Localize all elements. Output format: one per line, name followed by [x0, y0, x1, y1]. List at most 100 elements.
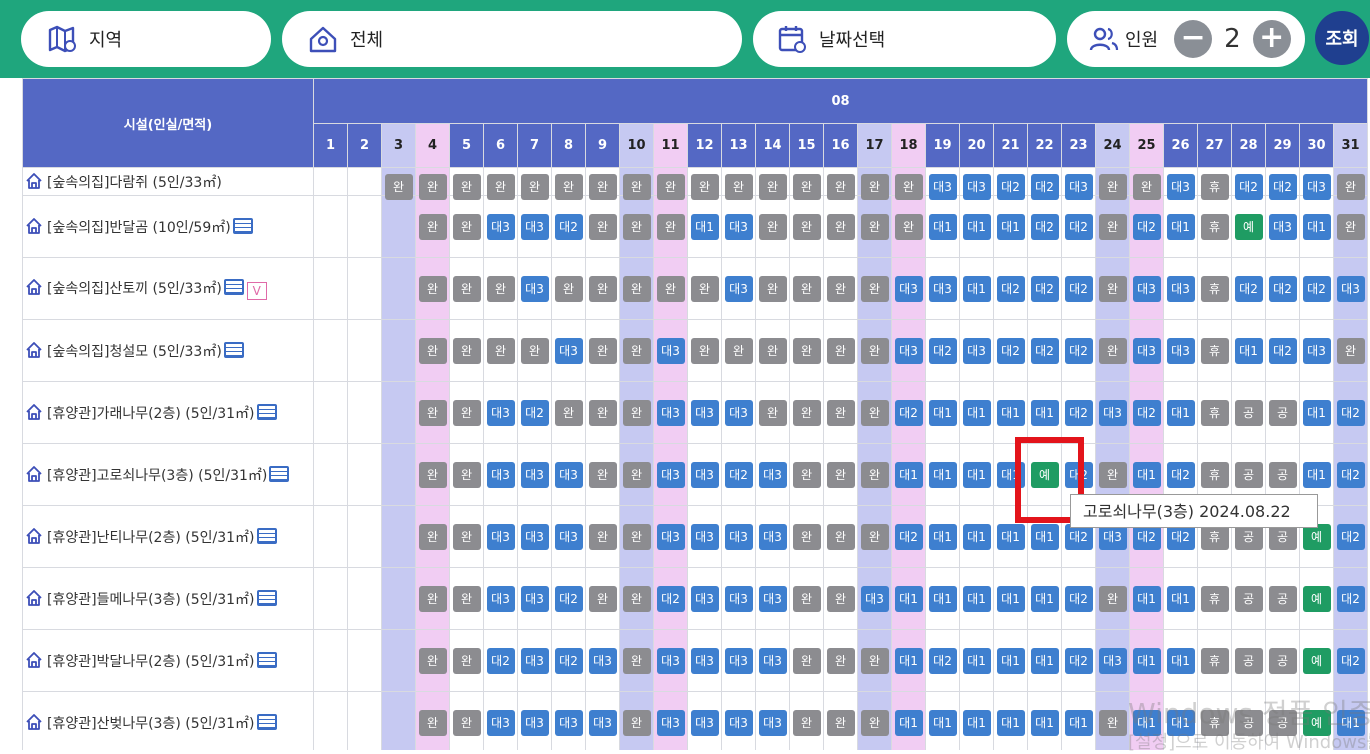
status-badge[interactable]: 완 [792, 213, 821, 240]
status-badge[interactable]: 완 [724, 337, 753, 364]
status-badge[interactable]: 대3 [724, 709, 753, 736]
status-badge[interactable]: 대3 [554, 337, 583, 364]
status-badge[interactable]: 대3 [1132, 337, 1161, 364]
status-badge[interactable]: 대2 [554, 647, 583, 674]
status-badge[interactable]: 대1 [996, 399, 1025, 426]
status-badge[interactable]: 대3 [554, 461, 583, 488]
status-badge[interactable]: 대3 [758, 647, 787, 674]
status-badge[interactable]: 완 [1336, 174, 1365, 200]
status-badge[interactable]: 대1 [1166, 647, 1195, 674]
status-badge[interactable]: 대2 [520, 399, 549, 426]
status-badge[interactable]: 완 [452, 585, 481, 612]
status-badge[interactable]: 공 [1234, 461, 1263, 488]
status-badge[interactable]: 완 [792, 337, 821, 364]
status-badge[interactable]: 완 [758, 174, 787, 200]
status-badge[interactable]: 대2 [1064, 585, 1093, 612]
status-badge[interactable]: 완 [520, 337, 549, 364]
status-badge[interactable]: 완 [1336, 213, 1365, 240]
status-badge[interactable]: 완 [622, 461, 651, 488]
status-badge[interactable]: 휴 [1200, 399, 1229, 426]
plus-button[interactable]: + [1252, 20, 1291, 58]
status-badge[interactable]: 대2 [1030, 275, 1059, 302]
status-badge[interactable]: 대1 [928, 399, 957, 426]
status-badge[interactable]: 대3 [724, 647, 753, 674]
status-badge[interactable]: 완 [452, 461, 481, 488]
status-badge[interactable]: 대3 [656, 647, 685, 674]
status-badge[interactable]: 완 [826, 213, 855, 240]
status-badge[interactable]: 대1 [894, 709, 923, 736]
status-badge[interactable]: 완 [588, 337, 617, 364]
status-badge[interactable]: 대2 [1064, 275, 1093, 302]
status-badge[interactable]: 대3 [690, 461, 719, 488]
status-badge[interactable]: 대3 [1064, 174, 1093, 200]
status-badge[interactable]: 대1 [962, 461, 991, 488]
search-button[interactable]: 조회 [1315, 11, 1369, 65]
status-badge[interactable]: 완 [860, 399, 889, 426]
status-badge[interactable]: 대1 [894, 585, 923, 612]
status-badge[interactable]: 완 [758, 337, 787, 364]
status-badge[interactable]: 완 [588, 174, 617, 200]
status-badge[interactable]: 완 [452, 337, 481, 364]
status-badge[interactable]: 대1 [962, 399, 991, 426]
status-badge[interactable]: 대1 [1132, 585, 1161, 612]
status-badge[interactable]: 완 [418, 523, 447, 550]
status-badge[interactable]: 완 [1098, 213, 1127, 240]
status-badge[interactable]: 공 [1234, 399, 1263, 426]
status-badge[interactable]: 완 [656, 174, 685, 200]
status-badge[interactable]: 완 [418, 647, 447, 674]
status-badge[interactable]: 대3 [962, 337, 991, 364]
status-badge[interactable]: 완 [690, 174, 719, 200]
status-badge[interactable]: 완 [1098, 461, 1127, 488]
status-badge[interactable]: 휴 [1200, 461, 1229, 488]
status-badge[interactable]: 대3 [928, 174, 957, 200]
status-badge[interactable]: 대2 [1132, 213, 1161, 240]
area-select[interactable]: 전체 [282, 11, 742, 67]
status-badge[interactable]: 완 [656, 213, 685, 240]
status-badge[interactable]: 완 [452, 647, 481, 674]
status-badge[interactable]: 대1 [1234, 337, 1263, 364]
status-badge[interactable]: 예 [1302, 585, 1331, 612]
status-badge[interactable]: 완 [758, 213, 787, 240]
status-badge[interactable]: 완 [1098, 174, 1127, 200]
status-badge[interactable]: 완 [860, 213, 889, 240]
status-badge[interactable]: 대3 [588, 647, 617, 674]
status-badge[interactable]: 대3 [656, 399, 685, 426]
status-badge[interactable]: 대3 [1098, 399, 1127, 426]
status-badge[interactable]: 대1 [996, 213, 1025, 240]
status-badge[interactable]: 완 [724, 174, 753, 200]
status-badge[interactable]: 완 [826, 709, 855, 736]
status-badge[interactable]: 대1 [1166, 585, 1195, 612]
status-badge[interactable]: 대1 [996, 523, 1025, 550]
status-badge[interactable]: 공 [1268, 585, 1297, 612]
status-badge[interactable]: 대1 [928, 461, 957, 488]
status-badge[interactable]: 완 [1098, 709, 1127, 736]
status-badge[interactable]: 완 [1336, 337, 1365, 364]
status-badge[interactable]: 대3 [690, 647, 719, 674]
status-badge[interactable]: 완 [622, 647, 651, 674]
status-badge[interactable]: 완 [792, 709, 821, 736]
status-badge[interactable]: 휴 [1200, 174, 1229, 200]
status-badge[interactable]: 완 [826, 399, 855, 426]
status-badge[interactable]: 대2 [1268, 174, 1297, 200]
status-badge[interactable]: 완 [554, 174, 583, 200]
status-badge[interactable]: 대1 [894, 647, 923, 674]
status-badge[interactable]: 대2 [1166, 461, 1195, 488]
status-badge[interactable]: 완 [418, 585, 447, 612]
status-badge[interactable]: 완 [758, 275, 787, 302]
status-badge[interactable]: 완 [622, 399, 651, 426]
status-badge[interactable]: 대3 [656, 461, 685, 488]
status-badge[interactable]: 대2 [1234, 275, 1263, 302]
status-badge[interactable]: 완 [826, 337, 855, 364]
status-badge[interactable]: 대2 [1336, 461, 1365, 488]
status-badge[interactable]: 대2 [894, 399, 923, 426]
status-badge[interactable]: 완 [826, 461, 855, 488]
status-badge[interactable]: 완 [894, 213, 923, 240]
facility-cell[interactable]: [휴양관]난티나무(2층) (5인/31㎡) [22, 505, 314, 568]
status-badge[interactable]: 대2 [554, 213, 583, 240]
status-badge[interactable]: 대3 [1268, 213, 1297, 240]
status-badge[interactable]: 완 [622, 337, 651, 364]
status-badge[interactable]: 대3 [894, 275, 923, 302]
status-badge[interactable]: 대1 [928, 523, 957, 550]
status-badge[interactable]: 대2 [928, 337, 957, 364]
status-badge[interactable]: 대1 [1302, 213, 1331, 240]
